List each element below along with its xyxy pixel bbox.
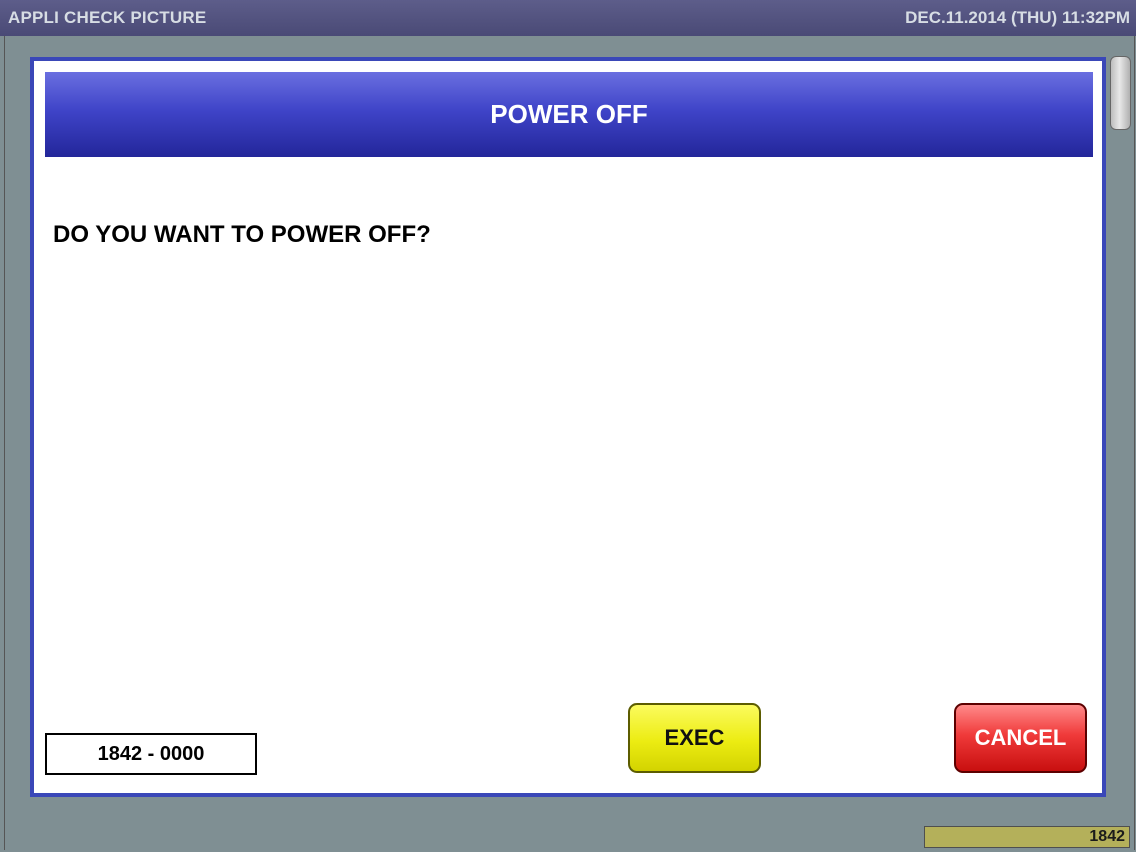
power-off-dialog: POWER OFF DO YOU WANT TO POWER OFF? 1842… [30,57,1106,797]
app-title: APPLI CHECK PICTURE [8,8,207,27]
scrollbar-thumb[interactable] [1110,56,1131,130]
dialog-title: POWER OFF [45,72,1093,157]
title-bar: APPLI CHECK PICTURE DEC.11.2014 (THU) 11… [0,0,1136,36]
code-display: 1842 - 0000 [45,733,257,775]
cancel-button[interactable]: CANCEL [954,703,1087,773]
exec-button[interactable]: EXEC [628,703,761,773]
status-counter: 1842 [924,826,1130,848]
dialog-question: DO YOU WANT TO POWER OFF? [53,221,431,248]
datetime-display: DEC.11.2014 (THU) 11:32PM [905,8,1130,27]
